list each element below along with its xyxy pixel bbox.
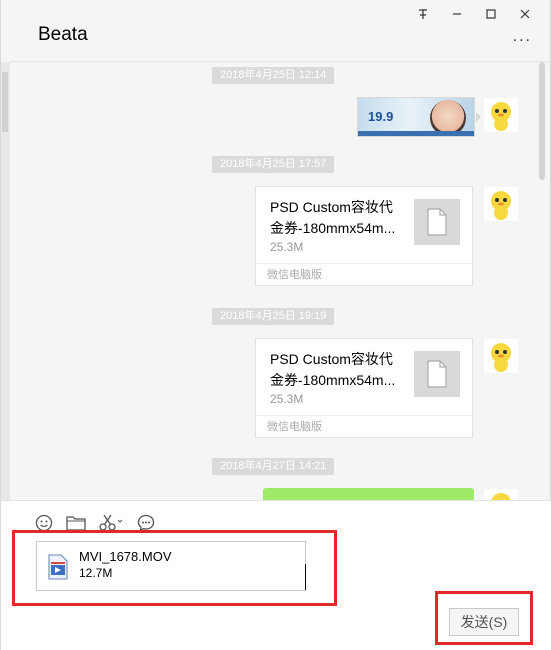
timestamp: 2018年4月25日 19:19: [212, 308, 335, 325]
duck-avatar-icon: [484, 489, 518, 500]
input-toolbar: [34, 513, 156, 533]
video-file-icon: [47, 554, 69, 580]
file-message[interactable]: PSD Custom容妆代 金券-180mmx54m... 25.3M 微信电脑…: [255, 186, 473, 286]
timestamp: 2018年4月25日 12:14: [212, 67, 335, 84]
file-name-line2: 金券-180mmx54m...: [270, 220, 396, 236]
send-button[interactable]: 发送(S): [449, 608, 519, 636]
left-panel-scrollbar[interactable]: [1, 62, 10, 502]
more-options-button[interactable]: ...: [513, 28, 532, 46]
image-preview-text: 19.9: [368, 109, 394, 124]
avatar[interactable]: [484, 339, 518, 373]
file-name-line1: PSD Custom容妆代: [270, 199, 393, 215]
document-icon: [414, 351, 460, 397]
input-area: MVI_1678.MOV 12.7M 发送(S): [1, 500, 551, 650]
message-list[interactable]: 2018年4月25日 12:14 19.9 2018年4月25日 17:57 P…: [10, 62, 542, 500]
text-message-bubble[interactable]: [263, 488, 474, 500]
duck-avatar-icon: [484, 98, 518, 132]
file-name: PSD Custom容妆代 金券-180mmx54m...: [270, 349, 406, 391]
file-name-line1: PSD Custom容妆代: [270, 351, 393, 367]
chat-window: Beata ... 2018年4月25日 12:14 19.9 2018年4月2…: [0, 0, 551, 650]
attachment-name: MVI_1678.MOV: [79, 549, 172, 564]
timestamp: 2018年4月25日 17:57: [212, 156, 335, 173]
avatar[interactable]: [484, 489, 518, 500]
avatar[interactable]: [484, 98, 518, 132]
avatar[interactable]: [484, 187, 518, 221]
file-size: 25.3M: [270, 392, 304, 406]
attachment-chip[interactable]: MVI_1678.MOV 12.7M: [36, 541, 306, 591]
chat-header: Beata ...: [10, 20, 550, 62]
chat-history-icon[interactable]: [136, 513, 156, 533]
duck-avatar-icon: [484, 339, 518, 373]
file-source: 微信电脑版: [256, 415, 472, 438]
file-name: PSD Custom容妆代 金券-180mmx54m...: [270, 197, 406, 239]
image-message[interactable]: 19.9: [357, 97, 475, 137]
contact-name: Beata: [38, 24, 88, 45]
left-scroll-thumb[interactable]: [2, 72, 8, 132]
document-icon: [414, 199, 460, 245]
text-caret: [305, 564, 306, 590]
emoji-icon[interactable]: [34, 513, 54, 533]
chat-scroll-thumb[interactable]: [539, 62, 545, 180]
duck-avatar-icon: [484, 187, 518, 221]
file-source: 微信电脑版: [256, 263, 472, 286]
file-size: 25.3M: [270, 240, 304, 254]
chat-scrollbar[interactable]: [538, 62, 546, 500]
attachment-size: 12.7M: [79, 566, 113, 580]
file-message[interactable]: PSD Custom容妆代 金券-180mmx54m... 25.3M 微信电脑…: [255, 338, 473, 438]
folder-icon[interactable]: [66, 513, 86, 533]
timestamp: 2018年4月27日 14:21: [212, 458, 335, 475]
file-name-line2: 金券-180mmx54m...: [270, 372, 396, 388]
scissors-icon[interactable]: [98, 513, 124, 533]
